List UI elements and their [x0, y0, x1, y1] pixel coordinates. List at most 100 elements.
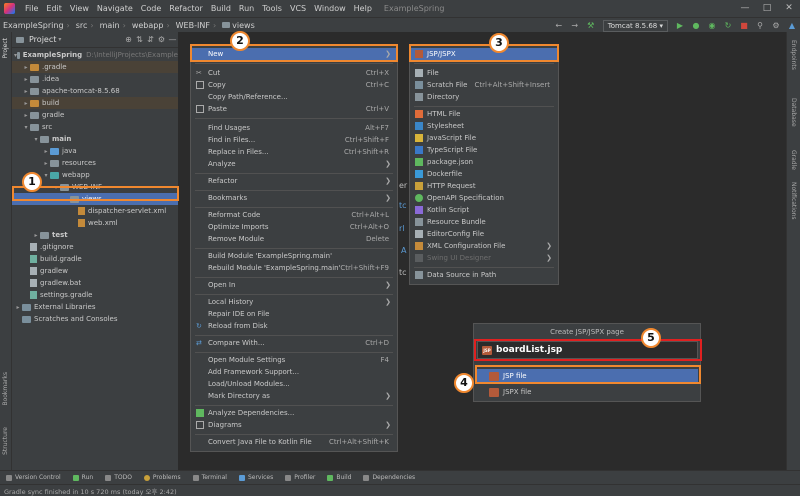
tree-item-dispatcher-servlet[interactable]: dispatcher-servlet.xml [12, 205, 178, 217]
menu-item-rebuild-module[interactable]: Rebuild Module 'ExampleSpring.main' Ctrl+… [191, 262, 397, 274]
menu-file[interactable]: File [21, 4, 42, 13]
expand-all-icon[interactable]: ⇅ [134, 35, 145, 44]
menu-view[interactable]: View [66, 4, 93, 13]
chevron-down-icon[interactable]: ▾ [58, 36, 61, 43]
tree-item-build[interactable]: ▸ build [12, 97, 178, 109]
menu-item-kotlin-script[interactable]: Kotlin Script [410, 204, 558, 216]
menu-item-refactor[interactable]: Refactor ❯ [191, 175, 397, 187]
tab-run[interactable]: Run [67, 474, 100, 481]
chevron-down-icon[interactable]: ▾ [22, 124, 30, 131]
tree-item-main[interactable]: ▾ main [12, 133, 178, 145]
tab-version-control[interactable]: Version Control [0, 474, 67, 481]
gradle-tool-tab[interactable]: Gradle [790, 150, 797, 170]
menu-item-typescript-file[interactable]: TypeScript File [410, 144, 558, 156]
build-hammer-icon[interactable]: ⚒ [585, 20, 597, 32]
search-icon[interactable]: ⚲ [754, 20, 766, 32]
breadcrumb-webapp[interactable]: webapp › [129, 21, 173, 30]
menu-item-open-module-settings[interactable]: Open Module Settings F4 [191, 354, 397, 366]
minimize-icon[interactable]: — [734, 0, 756, 17]
tree-item-web-xml[interactable]: web.xml [12, 217, 178, 229]
menu-edit[interactable]: Edit [42, 4, 66, 13]
back-icon[interactable]: ← [553, 20, 565, 32]
menu-item-repair-ide[interactable]: Repair IDE on File [191, 308, 397, 320]
menu-item-openapi-spec[interactable]: OpenAPI Specification [410, 192, 558, 204]
menu-item-reload-from-disk[interactable]: ↻ Reload from Disk [191, 320, 397, 332]
run-icon[interactable]: ▶ [674, 20, 686, 32]
menu-item-file[interactable]: File [410, 67, 558, 79]
tab-build[interactable]: Build [321, 474, 357, 481]
close-icon[interactable]: ✕ [778, 0, 800, 17]
tree-item-gradlew[interactable]: gradlew [12, 265, 178, 277]
menu-tools[interactable]: Tools [258, 4, 286, 13]
menu-item-xml-config[interactable]: XML Configuration File ❯ [410, 240, 558, 252]
tab-dependencies[interactable]: Dependencies [357, 474, 421, 481]
menu-item-build-module[interactable]: Build Module 'ExampleSpring.main' [191, 250, 397, 262]
chevron-right-icon[interactable]: ▸ [14, 304, 22, 311]
endpoints-tool-tab[interactable]: Endpoints [790, 40, 797, 70]
coverage-icon[interactable]: ◉ [706, 20, 718, 32]
breadcrumb-main[interactable]: main › [97, 21, 129, 30]
menu-item-diagrams[interactable]: Diagrams ❯ [191, 419, 397, 431]
menu-item-resource-bundle[interactable]: Resource Bundle [410, 216, 558, 228]
tree-item-test[interactable]: ▸ test [12, 229, 178, 241]
menu-vcs[interactable]: VCS [286, 4, 310, 13]
menu-help[interactable]: Help [350, 4, 376, 13]
menu-refactor[interactable]: Refactor [165, 4, 207, 13]
forward-icon[interactable]: → [569, 20, 581, 32]
collapse-all-icon[interactable]: ⇵ [145, 35, 156, 44]
chevron-down-icon[interactable]: ▾ [32, 136, 40, 143]
breadcrumb-views[interactable]: views [219, 21, 258, 30]
menu-item-find-usages[interactable]: Find Usages Alt+F7 [191, 122, 397, 134]
menu-item-mark-directory-as[interactable]: Mark Directory as ❯ [191, 390, 397, 402]
tab-problems[interactable]: Problems [138, 474, 187, 481]
update-icon[interactable]: ▲ [786, 20, 798, 32]
menu-item-optimize-imports[interactable]: Optimize Imports Ctrl+Alt+O [191, 221, 397, 233]
menu-item-analyze-dependencies[interactable]: Analyze Dependencies... [191, 407, 397, 419]
debug-icon[interactable]: ● [690, 20, 702, 32]
tree-item-src[interactable]: ▾ src [12, 121, 178, 133]
chevron-down-icon[interactable]: ▾ [42, 172, 50, 179]
menu-run[interactable]: Run [235, 4, 258, 13]
tree-item-java[interactable]: ▸ java [12, 145, 178, 157]
tree-item-settings-gradle[interactable]: settings.gradle [12, 289, 178, 301]
chevron-right-icon[interactable]: ▸ [42, 160, 50, 167]
settings-gear-icon[interactable]: ⚙ [770, 20, 782, 32]
tab-terminal[interactable]: Terminal [187, 474, 233, 481]
chevron-right-icon[interactable]: ▸ [22, 76, 30, 83]
tab-todo[interactable]: TODO [99, 474, 138, 481]
menu-item-open-in[interactable]: Open In ❯ [191, 279, 397, 291]
hide-icon[interactable]: — [167, 35, 178, 44]
menu-item-cut[interactable]: ✂ Cut Ctrl+X [191, 67, 397, 79]
maximize-icon[interactable]: □ [756, 0, 778, 17]
chevron-right-icon[interactable]: ▸ [32, 232, 40, 239]
menu-item-load-unload-modules[interactable]: Load/Unload Modules... [191, 378, 397, 390]
tree-item-scratches[interactable]: Scratches and Consoles [12, 313, 178, 325]
menu-item-reformat-code[interactable]: Reformat Code Ctrl+Alt+L [191, 209, 397, 221]
tree-item-gitignore[interactable]: .gitignore [12, 241, 178, 253]
tree-item-gradle[interactable]: ▸ gradle [12, 109, 178, 121]
chevron-right-icon[interactable]: ▸ [22, 88, 30, 95]
tab-services[interactable]: Services [233, 474, 279, 481]
menu-item-package-json[interactable]: package.json [410, 156, 558, 168]
menu-item-compare-with[interactable]: ⇄ Compare With... Ctrl+D [191, 337, 397, 349]
tree-item-gradlew-bat[interactable]: gradlew.bat [12, 277, 178, 289]
menu-item-javascript-file[interactable]: JavaScript File [410, 132, 558, 144]
menu-item-add-framework-support[interactable]: Add Framework Support... [191, 366, 397, 378]
tree-item-tomcat[interactable]: ▸ apache-tomcat-8.5.68 [12, 85, 178, 97]
project-tool-tab[interactable]: Project [2, 38, 9, 59]
stop-icon[interactable]: ■ [738, 20, 750, 32]
tree-item-gradle-dir[interactable]: ▸ .gradle [12, 61, 178, 73]
settings-gear-icon[interactable]: ⚙ [156, 35, 167, 44]
menu-item-remove-module[interactable]: Remove Module Delete [191, 233, 397, 245]
menu-item-data-source-in-path[interactable]: Data Source in Path [410, 269, 558, 281]
menu-item-html-file[interactable]: HTML File [410, 108, 558, 120]
breadcrumb-webinf[interactable]: WEB-INF › [173, 21, 220, 30]
database-tool-tab[interactable]: Database [790, 98, 797, 127]
menu-item-stylesheet[interactable]: Stylesheet [410, 120, 558, 132]
menu-item-replace-in-files[interactable]: Replace in Files... Ctrl+Shift+R [191, 146, 397, 158]
tree-item-resources[interactable]: ▸ resources [12, 157, 178, 169]
locate-icon[interactable]: ⊕ [123, 35, 134, 44]
menu-build[interactable]: Build [207, 4, 235, 13]
menu-item-scratch-file[interactable]: Scratch File Ctrl+Alt+Shift+Insert [410, 79, 558, 91]
menu-item-find-in-files[interactable]: Find in Files... Ctrl+Shift+F [191, 134, 397, 146]
